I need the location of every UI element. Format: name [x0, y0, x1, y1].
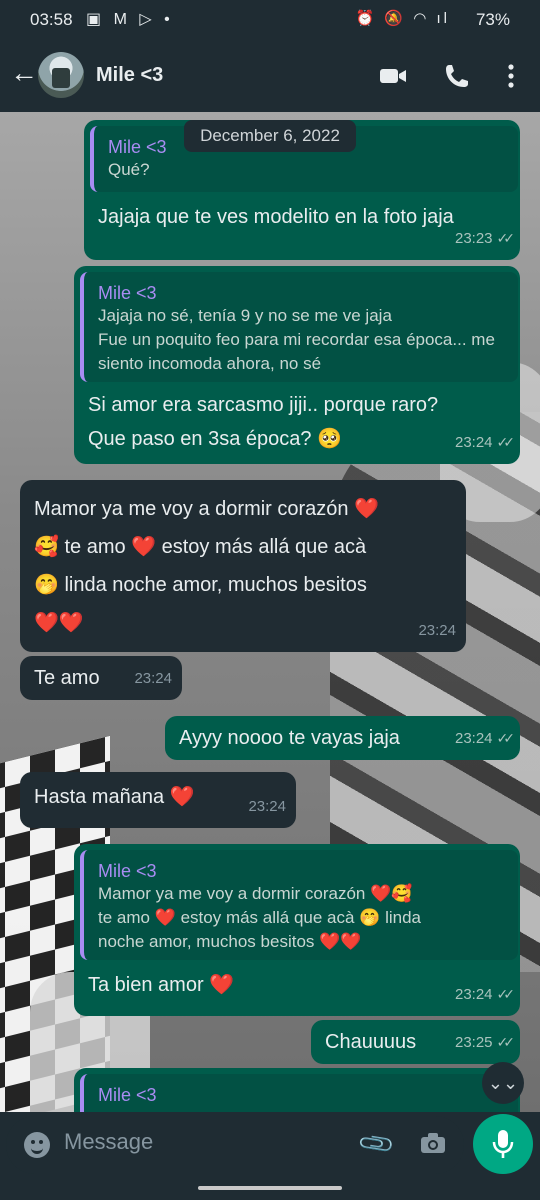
avatar[interactable] — [38, 52, 84, 98]
message-input[interactable]: Message — [64, 1129, 153, 1155]
camera-icon[interactable] — [420, 1132, 446, 1154]
message-bubble[interactable]: Mamor ya me voy a dormir corazón ❤️ 🥰 te… — [20, 480, 466, 652]
quoted-message[interactable]: Mile <3 — [80, 1074, 518, 1112]
message-meta: 23:24 ✓✓ — [454, 427, 516, 458]
voice-call-icon[interactable] — [443, 62, 471, 90]
message-time: 23:24 — [134, 670, 172, 687]
chat-area[interactable]: Mile <3 Qué? Jajaja que te ves modelito … — [0, 112, 540, 1112]
message-bubble[interactable]: Ayyy noooo te vayas jaja 23:24 ✓✓ — [165, 716, 520, 760]
message-bubble[interactable]: Te amo 23:24 — [20, 656, 182, 700]
message-time: 23:24 — [418, 622, 456, 639]
message-meta: 23:24 ✓✓ — [454, 979, 516, 1010]
message-text: Mamor ya me voy a dormir corazón ❤️ 🥰 te… — [34, 498, 379, 634]
message-meta: 23:23 ✓✓ — [454, 223, 516, 254]
message-bubble[interactable]: Hasta mañana ❤️ 23:24 — [20, 772, 296, 828]
message-time: 23:24 — [454, 730, 493, 747]
mic-button[interactable] — [473, 1114, 533, 1174]
message-text: Jajaja que te ves modelito en la foto ja… — [98, 206, 454, 228]
message-time: 23:24 — [454, 986, 493, 1003]
system-icons: ⏰ 🔕 ◠ ıl — [355, 10, 450, 27]
message-bubble[interactable]: Mile <3 Jajaja no sé, tenía 9 y no se me… — [74, 266, 520, 464]
more-vert-icon[interactable] — [499, 62, 527, 90]
quoted-text: Mamor ya me voy a dormir corazón ❤️🥰 te … — [98, 884, 421, 951]
message-time: 23:24 — [248, 798, 286, 815]
battery-level: 73% — [475, 10, 510, 29]
emoji-icon[interactable] — [24, 1132, 50, 1158]
message-time: 23:24 — [454, 434, 493, 451]
message-text: Te amo — [34, 667, 100, 689]
message-composer: Message 📎 — [6, 1116, 464, 1174]
video-call-icon[interactable] — [379, 62, 407, 90]
status-time: 03:58 — [30, 10, 73, 29]
message-text: Ta bien amor ❤️ — [88, 974, 235, 996]
message-bubble[interactable]: Mile <3 — [74, 1068, 520, 1112]
message-meta: 23:24 ✓✓ — [454, 723, 516, 754]
message-time: 23:25 — [454, 1034, 493, 1051]
notification-icons: ▣ M ▷ • — [86, 11, 174, 28]
message-text: Ayyy noooo te vayas jaja — [179, 727, 400, 749]
message-meta: 23:25 ✓✓ — [454, 1027, 516, 1058]
quoted-text: Jajaja no sé, tenía 9 y no se me ve jaja… — [98, 306, 495, 373]
attach-icon[interactable]: 📎 — [356, 1124, 398, 1165]
message-text: Si amor era sarcasmo jiji.. porque raro?… — [88, 394, 439, 450]
quoted-sender: Mile <3 — [98, 1085, 157, 1105]
quoted-text: Qué? — [108, 160, 150, 179]
back-arrow-icon[interactable]: ← — [10, 58, 38, 88]
read-ticks-icon: ✓✓ — [496, 986, 516, 1002]
message-bubble[interactable]: Mile <3 Mamor ya me voy a dormir corazón… — [74, 844, 520, 1016]
mic-icon — [492, 1130, 514, 1158]
home-handle[interactable] — [198, 1186, 342, 1190]
quoted-message[interactable]: Mile <3 Jajaja no sé, tenía 9 y no se me… — [80, 272, 518, 382]
date-chip: December 6, 2022 — [184, 120, 356, 152]
message-text: Chauuuus — [325, 1031, 417, 1053]
message-text: Hasta mañana ❤️ — [34, 786, 195, 808]
read-ticks-icon: ✓✓ — [496, 1034, 516, 1050]
read-ticks-icon: ✓✓ — [496, 434, 516, 450]
quoted-message[interactable]: Mile <3 Mamor ya me voy a dormir corazón… — [80, 850, 518, 960]
status-bar: 03:58 ▣ M ▷ • ⏰ 🔕 ◠ ıl 73% — [0, 0, 540, 40]
contact-name[interactable]: Mile <3 — [96, 64, 163, 87]
message-bubble[interactable]: Chauuuus 23:25 ✓✓ — [311, 1020, 520, 1064]
scroll-down-icon[interactable]: ⌄⌄ — [482, 1062, 524, 1104]
read-ticks-icon: ✓✓ — [496, 730, 516, 746]
chat-header: ← Mile <3 — [0, 40, 540, 112]
system-nav-bar — [0, 1178, 540, 1200]
message-time: 23:23 — [454, 230, 493, 247]
read-ticks-icon: ✓✓ — [496, 230, 516, 246]
